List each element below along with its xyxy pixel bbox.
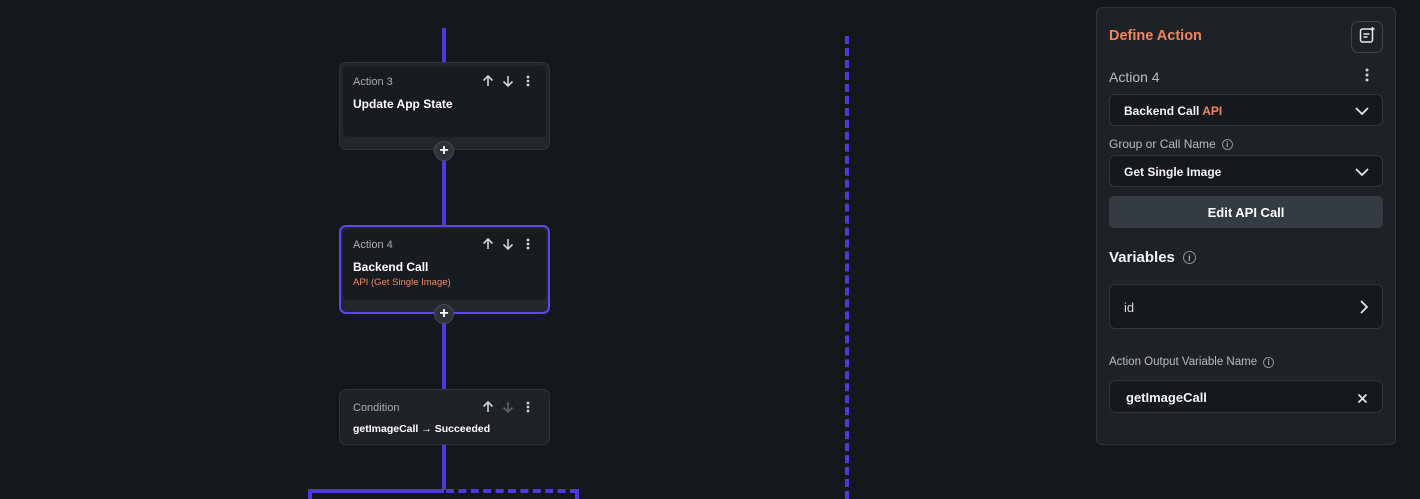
group-label: Group or Call Name i [1109,137,1233,151]
edit-api-call-button[interactable]: Edit API Call [1109,196,1383,228]
arrow-up-icon[interactable] [481,399,495,415]
variables-title: Variables i [1109,249,1196,266]
info-icon[interactable]: i [1182,251,1196,264]
arrow-up-icon[interactable] [481,73,495,89]
action-card-title: Backend Call [353,260,429,274]
connector-top [442,28,446,62]
connector-condition-branch [442,444,446,490]
connector-3-4 [442,150,446,226]
output-label: Action Output Variable Name i [1109,356,1275,368]
output-variable-input[interactable]: getImageCall [1109,380,1383,413]
variable-name: id [1124,300,1135,315]
arrow-down-icon[interactable] [501,73,515,89]
define-action-panel: Define Action Action 4 Backend Call API … [1096,7,1396,445]
more-vertical-icon[interactable] [521,399,535,415]
branch-false-line [446,489,578,493]
chevron-down-icon [1354,165,1370,183]
condition-expression: getImageCall → Succeeded [353,423,491,435]
add-action-button[interactable]: + [434,141,454,161]
more-vertical-icon[interactable] [1365,68,1369,87]
more-vertical-icon[interactable] [521,236,535,252]
branch-false-down [575,489,579,499]
condition-label: Condition [353,402,400,414]
info-icon[interactable]: i [1221,138,1233,150]
arrow-down-icon[interactable] [501,236,515,252]
action-card-label: Action 3 [353,76,393,88]
action-card-label: Action 4 [353,239,393,251]
variable-row-id[interactable]: id [1109,284,1383,329]
notes-button[interactable] [1351,21,1383,53]
group-call-dropdown[interactable]: Get Single Image [1109,155,1383,187]
workflow-editor: Action 3 Update App State + Action 4 Bac… [0,0,1420,499]
more-vertical-icon[interactable] [521,73,535,89]
notes-icon [1358,26,1376,49]
branch-true-line [308,489,444,493]
output-variable-value: getImageCall [1126,390,1207,405]
parallel-branch-line [845,36,849,499]
branch-true-down [308,489,312,499]
chevron-right-icon [1358,299,1370,320]
action-card-subtitle: API (Get Single Image) [353,277,451,288]
connector-4-condition [442,313,446,390]
chevron-down-icon [1354,104,1370,122]
action-type-dropdown[interactable]: Backend Call API [1109,94,1383,126]
condition-card[interactable]: Condition getImageCall → Succeeded [339,389,550,445]
arrow-down-icon [501,399,515,415]
group-call-value: Get Single Image [1124,165,1222,179]
action-card-4[interactable]: Action 4 Backend Call API (Get Single Im… [339,225,550,314]
action-type-value: Backend Call [1124,104,1200,118]
close-icon[interactable] [1357,391,1368,409]
action-type-tag: API [1202,104,1223,118]
action-name: Action 4 [1109,69,1160,85]
action-card-3[interactable]: Action 3 Update App State [339,62,550,150]
action-card-title: Update App State [353,97,453,111]
panel-title: Define Action [1109,28,1202,44]
info-icon[interactable]: i [1263,356,1275,368]
add-action-button[interactable]: + [434,304,454,324]
arrow-up-icon[interactable] [481,236,495,252]
